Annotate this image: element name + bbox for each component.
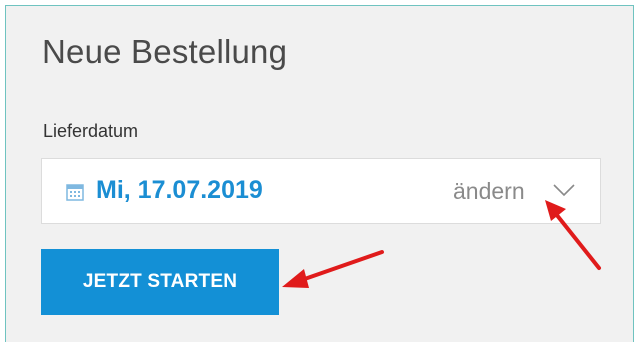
change-date-link[interactable]: ändern (453, 178, 525, 205)
chevron-down-icon[interactable] (553, 183, 575, 197)
new-order-panel: Neue Bestellung Lieferdatum Mi, 17.07.20… (5, 5, 634, 342)
calendar-icon (66, 184, 84, 201)
delivery-date-label: Lieferdatum (43, 121, 139, 141)
panel-title: Neue Bestellung (42, 33, 288, 70)
delivery-date-selector[interactable]: Mi, 17.07.2019 ändern (41, 158, 601, 224)
selected-date: Mi, 17.07.2019 (96, 176, 263, 204)
start-now-button[interactable]: JETZT STARTEN (41, 249, 279, 315)
